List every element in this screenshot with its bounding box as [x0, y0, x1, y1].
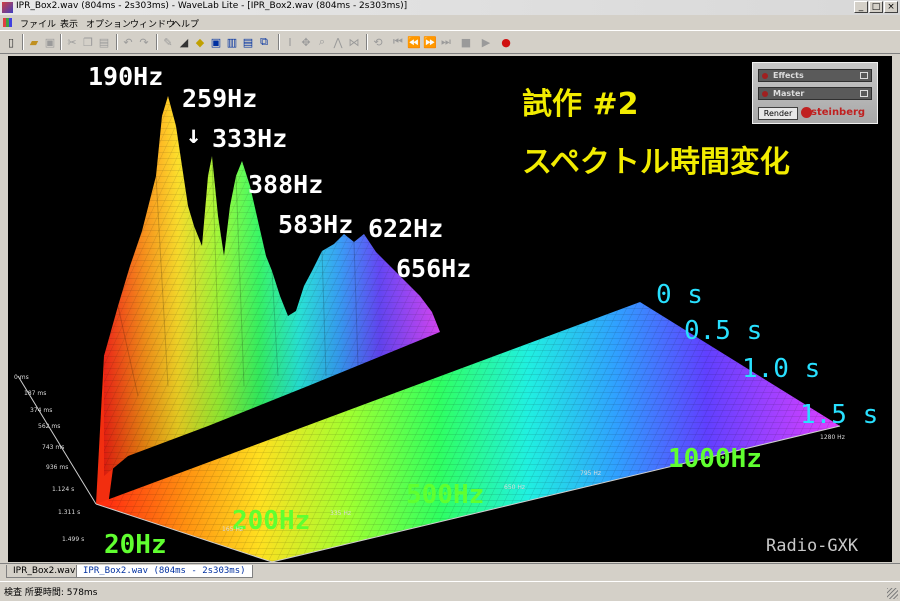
view-split-icon[interactable]: ▥	[224, 34, 240, 50]
freq-label-200hz: 200Hz	[232, 506, 311, 536]
menu-help[interactable]: ヘルプ	[172, 17, 199, 30]
wavelab-app-icon[interactable]	[2, 2, 13, 13]
pencil-icon[interactable]: ✎	[160, 34, 176, 50]
tab-ipr-box2[interactable]: IPR_Box2.wav	[6, 565, 83, 578]
time-tick: 562 ms	[38, 423, 61, 430]
minimize-button[interactable]: _	[854, 1, 868, 13]
maximize-button[interactable]: □	[869, 1, 883, 13]
effects-toggle[interactable]	[860, 72, 868, 79]
cut-icon[interactable]: ✂	[64, 34, 80, 50]
view-single-icon[interactable]: ▣	[208, 34, 224, 50]
copy-icon[interactable]: ❐	[80, 34, 96, 50]
go-end-icon[interactable]: ⏭	[438, 34, 454, 50]
title-line-2: スペクトル時間変化	[522, 145, 790, 180]
steinberg-brand: steinberg	[811, 107, 866, 118]
redo-icon[interactable]: ↷	[136, 34, 152, 50]
effects-master-panel: Effects Master Render steinberg	[752, 62, 878, 124]
toolbar-separator	[278, 34, 280, 50]
open-folder-icon[interactable]: ▰	[26, 34, 42, 50]
peak-label-583hz: 583Hz	[278, 210, 354, 239]
envelope-icon[interactable]: ⋀	[330, 34, 346, 50]
time-tick: 187 ms	[24, 390, 47, 397]
time-tick: 936 ms	[46, 464, 69, 471]
freq-tick: 650 Hz	[504, 484, 526, 491]
peak-label-190hz: 190Hz	[88, 62, 164, 91]
spectrum-3d-view[interactable]: 190Hz 259Hz ↓ 333Hz 388Hz 583Hz 622Hz 65…	[8, 56, 892, 562]
rewind-icon[interactable]: ⏪	[406, 34, 422, 50]
go-start-icon[interactable]: ⏮	[390, 34, 406, 50]
toolbar-separator	[116, 34, 118, 50]
stop-icon[interactable]: ■	[458, 34, 474, 50]
title-bar: IPR_Box2.wav (804ms - 2s303ms) - WaveLab…	[0, 0, 900, 16]
freq-tick: 165 Hz	[222, 526, 244, 533]
cursor-icon[interactable]: Ⅰ	[282, 34, 298, 50]
crossfade-icon[interactable]: ⋈	[346, 34, 362, 50]
toolbar-separator	[156, 34, 158, 50]
peak-label-333hz: 333Hz	[212, 124, 288, 153]
arrow-label: ↓	[186, 120, 202, 149]
time-tick: 743 ms	[42, 444, 65, 451]
save-icon[interactable]: ▣	[42, 34, 58, 50]
signature: Radio-GXK	[766, 536, 859, 556]
peak-label-259hz: 259Hz	[182, 84, 258, 113]
marker-icon[interactable]: ◆	[192, 34, 208, 50]
time-tick: 1.311 s	[58, 509, 81, 516]
new-file-icon[interactable]: ▯	[3, 34, 19, 50]
undo-icon[interactable]: ↶	[120, 34, 136, 50]
render-button[interactable]: Render	[758, 107, 798, 120]
time-label-0s: 0 s	[656, 280, 703, 310]
title-line-1: 試作 #2	[522, 87, 639, 122]
loop-icon[interactable]: ⟲	[370, 34, 386, 50]
menu-bar: ファイル 表示 オプション ウィンドウ ヘルプ	[0, 15, 900, 31]
time-tick: 1.499 s	[62, 536, 85, 543]
freq-label-1000hz: 1000Hz	[668, 444, 762, 474]
toolbar: ▯ ▰ ▣ ✂ ❐ ▤ ↶ ↷ ✎ ◢ ◆ ▣ ▥ ▤ ⧉ Ⅰ ✥ ⌕ ⋀ ⋈ …	[0, 31, 900, 54]
freq-tick: 795 Hz	[580, 470, 602, 477]
master-label: Master	[773, 89, 805, 98]
effects-label: Effects	[773, 71, 804, 80]
resize-grip-icon[interactable]	[887, 588, 898, 599]
view-stack-icon[interactable]: ▤	[240, 34, 256, 50]
toolbar-separator	[22, 34, 24, 50]
master-toggle[interactable]	[860, 90, 868, 97]
menu-options[interactable]: オプション	[86, 17, 131, 30]
document-tabs: IPR_Box2.wav IPR_Box2.wav (804ms - 2s303…	[0, 563, 900, 580]
zoom-icon[interactable]: ⌕	[314, 34, 330, 50]
menu-file[interactable]: ファイル	[20, 17, 56, 30]
tab-ipr-box2-selection[interactable]: IPR_Box2.wav (804ms - 2s303ms)	[76, 565, 253, 578]
document-icon[interactable]	[3, 18, 12, 27]
window-title: IPR_Box2.wav (804ms - 2s303ms) - WaveLab…	[16, 1, 408, 11]
move-icon[interactable]: ✥	[298, 34, 314, 50]
menu-view[interactable]: 表示	[60, 17, 78, 30]
time-label-0-5s: 0.5 s	[684, 316, 763, 346]
status-text: 検査 所要時間: 578ms	[4, 588, 98, 598]
peak-label-656hz: 656Hz	[396, 254, 472, 283]
menu-window[interactable]: ウィンドウ	[130, 17, 175, 30]
toolbar-separator	[366, 34, 368, 50]
freq-tick: 1280 Hz	[820, 434, 845, 441]
close-button[interactable]: ×	[884, 1, 898, 13]
freq-label-500hz: 500Hz	[406, 480, 485, 510]
effects-led-icon	[762, 73, 768, 79]
peak-label-388hz: 388Hz	[248, 170, 324, 199]
freq-tick: 335 Hz	[330, 510, 352, 517]
effects-row[interactable]: Effects	[758, 69, 872, 82]
play-icon[interactable]: ▶	[478, 34, 494, 50]
toolbar-separator	[60, 34, 62, 50]
master-led-icon	[762, 91, 768, 97]
time-label-1-5s: 1.5 s	[800, 400, 879, 430]
record-icon[interactable]: ●	[498, 34, 514, 50]
status-bar: 検査 所要時間: 578ms	[0, 581, 900, 601]
freq-label-20hz: 20Hz	[104, 530, 167, 560]
paste-icon[interactable]: ▤	[96, 34, 112, 50]
time-label-1-0s: 1.0 s	[742, 354, 821, 384]
master-row[interactable]: Master	[758, 87, 872, 100]
view-link-icon[interactable]: ⧉	[256, 34, 272, 50]
time-tick: 1.124 s	[52, 486, 75, 493]
speaker-icon[interactable]: ◢	[176, 34, 192, 50]
time-tick: 374 ms	[30, 407, 53, 414]
fast-forward-icon[interactable]: ⏩	[422, 34, 438, 50]
time-tick: 0 ms	[14, 374, 29, 381]
peak-label-622hz: 622Hz	[368, 214, 444, 243]
